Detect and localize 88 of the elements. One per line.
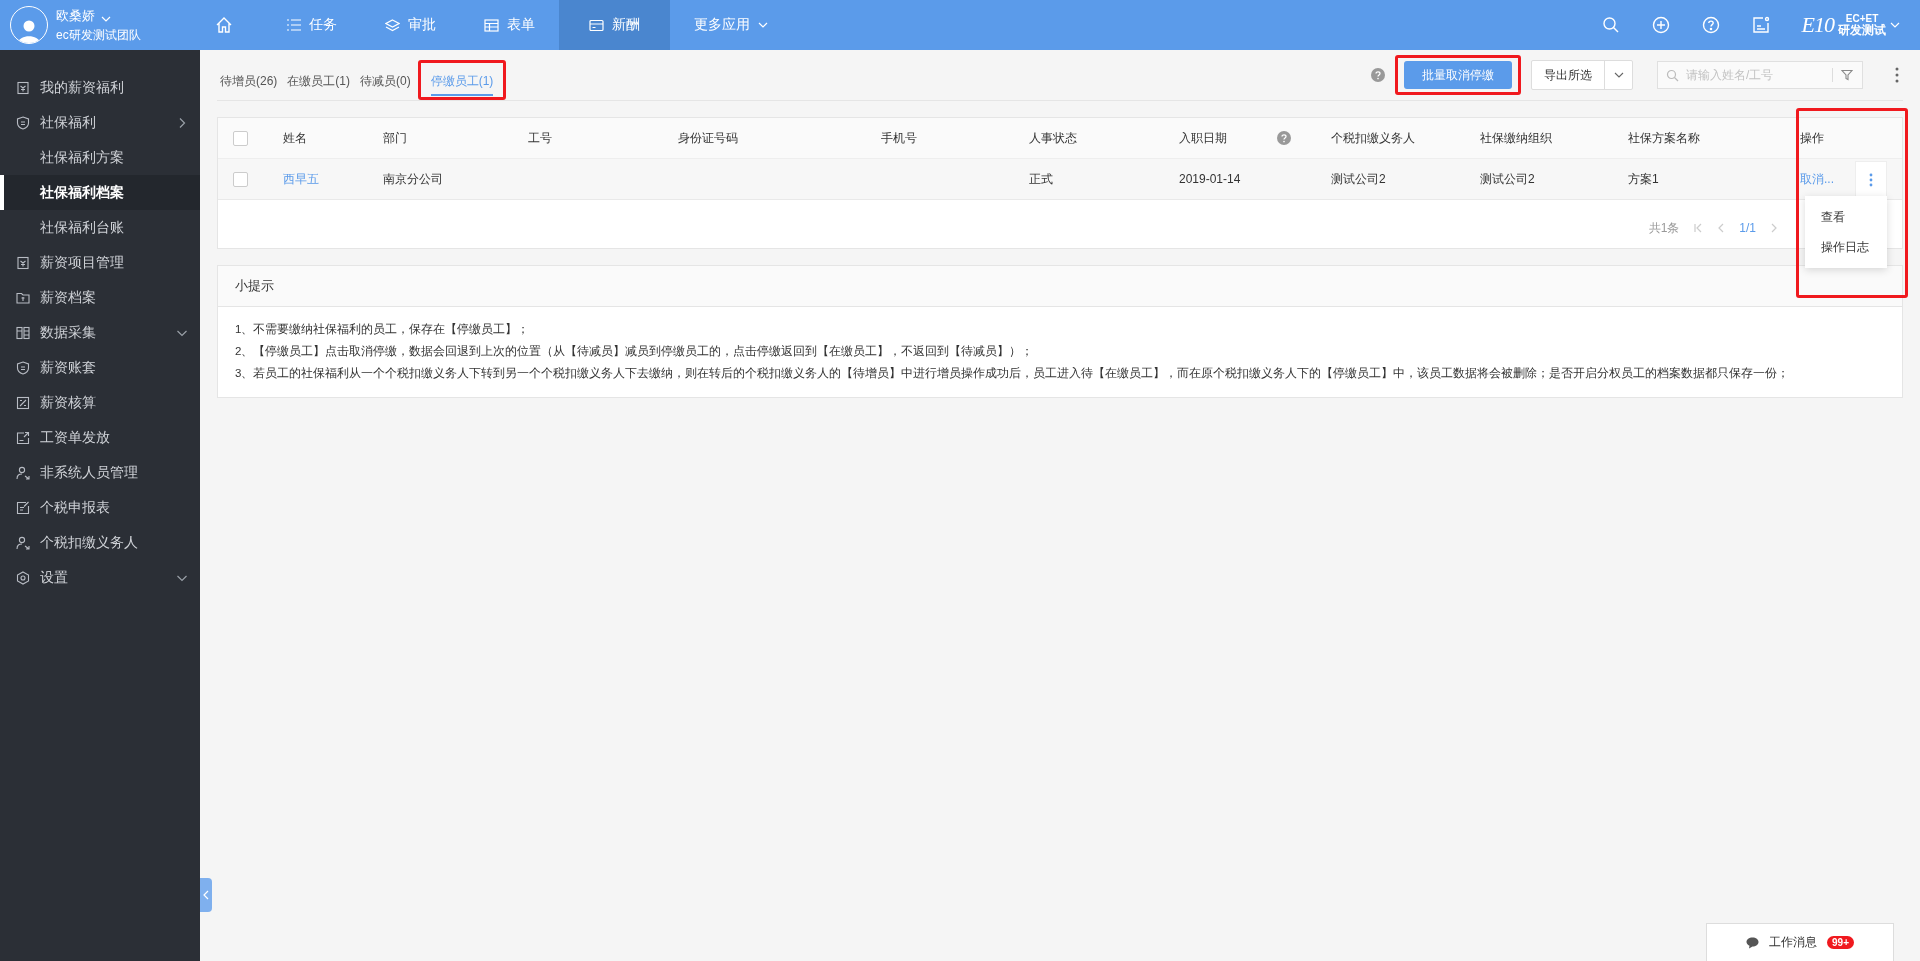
sidebar-item[interactable]: 工资单发放 — [0, 420, 200, 455]
tab[interactable]: 待增员(26) — [220, 64, 278, 96]
folder-icon — [16, 290, 30, 305]
column-header: 操作 — [1800, 129, 1824, 147]
list-icon — [287, 19, 301, 31]
column-header: 姓名 — [283, 129, 307, 147]
chevron-down-icon — [758, 22, 768, 28]
person-icon — [16, 535, 30, 550]
column-header: 手机号 — [881, 129, 917, 147]
sidebar-item[interactable]: 薪资项目管理 — [0, 245, 200, 280]
filter-icon[interactable] — [1841, 69, 1853, 81]
export-icon — [16, 430, 30, 445]
logo-text: 研发测试 — [1838, 24, 1886, 36]
sidebar-item[interactable]: 设置 — [0, 560, 200, 595]
table-cell: 方案1 — [1628, 170, 1659, 188]
sidebar-item[interactable]: 薪资档案 — [0, 280, 200, 315]
add-icon[interactable] — [1651, 16, 1670, 34]
panel-title: 小提示 — [235, 277, 274, 295]
document-icon — [16, 80, 30, 95]
tip-text: 3、若员工的社保福利从一个个税扣缴义务人下转到另一个个税扣缴义务人下去缴纳，则在转后的个税扣缴义务人的【待增员】中进行增员操作成功后，员工进入待【在缴员工】，而在原个税扣缴义务人下的【停缴员工】中，该员工数据将会被删除；是否开启分权员工的档案数据都只保存一份； — [235, 366, 1791, 381]
sidebar-item[interactable]: 我的薪资福利 — [0, 70, 200, 105]
sidebar-item[interactable]: 数据采集 — [0, 315, 200, 350]
table-cell: 正式 — [1029, 170, 1053, 188]
shield-icon — [16, 360, 30, 375]
count-badge: 99+ — [1827, 936, 1854, 949]
sidebar-item[interactable]: 个税申报表 — [0, 490, 200, 525]
search-icon[interactable] — [1601, 16, 1620, 34]
table-cell: 南京分公司 — [383, 170, 443, 188]
nav-tab[interactable]: 新酬 — [559, 0, 670, 50]
tip-text: 2、【停缴员工】点击取消停缴，数据会回退到上次的位置（从【待减员】减员到停缴员工的，点击停缴返回到【在缴员工】，不返回到【待减员】）； — [235, 344, 1035, 359]
logo-text: EC+ET — [1844, 14, 1880, 24]
help-icon[interactable] — [1701, 16, 1720, 34]
column-header: 社保方案名称 — [1628, 129, 1700, 147]
sidebar-item[interactable]: 个税扣缴义务人 — [0, 525, 200, 560]
chevron-down-icon[interactable] — [1890, 22, 1900, 28]
next-page-icon[interactable] — [1770, 223, 1778, 233]
sidebar-item[interactable]: 薪资账套 — [0, 350, 200, 385]
sidebar-item[interactable]: 社保福利 — [0, 105, 200, 140]
table-icon — [484, 18, 499, 32]
column-header: 身份证号码 — [678, 129, 738, 147]
person-icon — [16, 465, 30, 480]
checkbox[interactable] — [233, 130, 248, 146]
tab[interactable]: 在缴员工(1) — [287, 64, 350, 96]
card-icon — [589, 18, 604, 32]
help-icon[interactable] — [1277, 131, 1291, 145]
chat-icon — [1746, 936, 1759, 949]
notice-icon[interactable] — [1751, 16, 1770, 34]
calculator-icon — [16, 395, 30, 410]
column-header: 部门 — [383, 129, 407, 147]
help-icon[interactable] — [1371, 68, 1385, 82]
sidebar-item[interactable]: 社保福利台账 — [0, 210, 200, 245]
collapse-handle[interactable] — [200, 878, 212, 912]
total-count: 共1条 — [1648, 219, 1680, 237]
checkbox[interactable] — [233, 171, 248, 187]
more-icon — [1869, 172, 1873, 187]
layers-icon — [385, 18, 400, 32]
table-cell: 测试公司2 — [1480, 170, 1535, 188]
shield-icon — [16, 115, 30, 130]
settings-icon — [16, 570, 30, 585]
menu-item[interactable]: 查看 — [1805, 202, 1887, 232]
home-icon — [215, 16, 233, 34]
column-header: 社保缴纳组织 — [1480, 129, 1552, 147]
tip-text: 1、不需要缴纳社保福利的员工，保存在【停缴员工】； — [235, 322, 531, 337]
document-icon — [16, 255, 30, 270]
table-cell: 2019-01-14 — [1179, 172, 1241, 186]
edit-icon — [16, 500, 30, 515]
chevron-down-icon[interactable] — [101, 16, 111, 22]
first-page-icon[interactable] — [1693, 223, 1704, 233]
page-indicator: 1/1 — [1739, 221, 1756, 235]
chevron-down-icon — [1613, 72, 1624, 78]
sidebar-item[interactable]: 薪资核算 — [0, 385, 200, 420]
column-header: 人事状态 — [1029, 129, 1077, 147]
grid-icon — [16, 325, 30, 340]
column-header: 入职日期 — [1179, 129, 1227, 147]
menu-item[interactable]: 操作日志 — [1805, 232, 1887, 262]
column-header: 工号 — [528, 129, 552, 147]
team-name: ec研发测试团队 — [56, 26, 141, 44]
sidebar-item[interactable]: 社保福利方案 — [0, 140, 200, 175]
messages-button[interactable]: 工作消息 99+ — [1706, 923, 1894, 961]
previous-page-icon[interactable] — [1717, 223, 1726, 233]
sidebar-item[interactable]: 非系统人员管理 — [0, 455, 200, 490]
logo-mark: E10 — [1801, 12, 1834, 38]
tab[interactable]: 待减员(0) — [360, 64, 411, 96]
search-icon — [1666, 69, 1679, 82]
table-cell: 测试公司2 — [1331, 170, 1386, 188]
more-icon[interactable] — [1895, 67, 1899, 83]
sidebar-item[interactable]: 社保福利档案 — [0, 175, 200, 210]
column-header: 个税扣缴义务人 — [1331, 129, 1415, 147]
